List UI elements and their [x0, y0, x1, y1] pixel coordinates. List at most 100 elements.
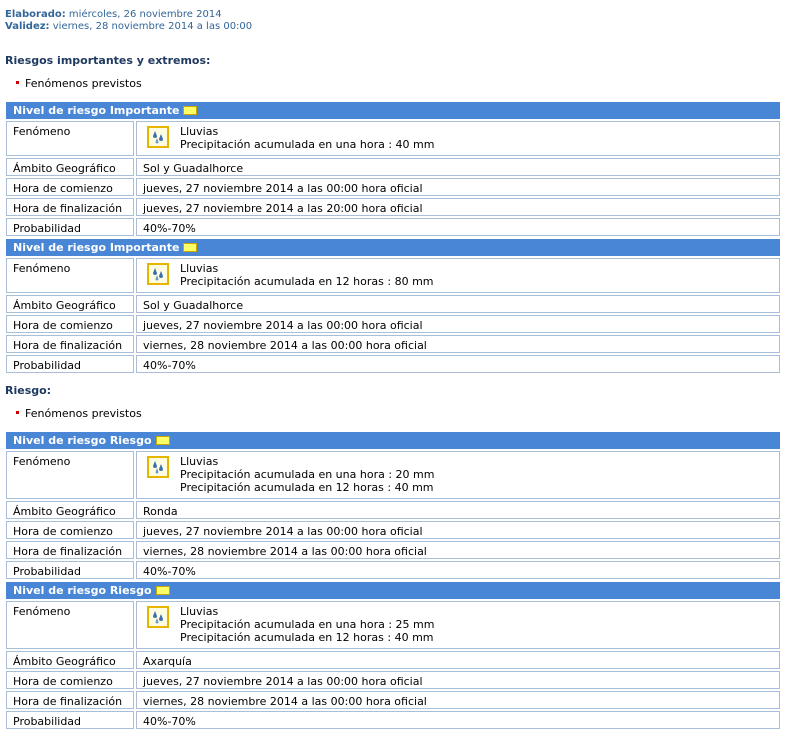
label-ambito: Ámbito Geográfico [6, 295, 134, 313]
label-finalizacion: Hora de finalización [6, 335, 134, 353]
row-comienzo: Hora de comienzo jueves, 27 noviembre 20… [6, 521, 780, 539]
row-ambito: Ámbito Geográfico Axarquía [6, 651, 780, 669]
label-fenomeno: Fenómeno [6, 121, 134, 156]
value-probabilidad: 40%-70% [136, 561, 780, 579]
label-comienzo: Hora de comienzo [6, 671, 134, 689]
phenomenon-name: Lluvias [180, 455, 219, 468]
value-probabilidad: 40%-70% [136, 218, 780, 236]
warning-header: Nivel de riesgo Importante [6, 239, 780, 256]
label-probabilidad: Probabilidad [6, 711, 134, 729]
label-ambito: Ámbito Geográfico [6, 501, 134, 519]
label-finalizacion: Hora de finalización [6, 198, 134, 216]
warning-block: Nivel de riesgo Riesgo Fenómeno Lluvias … [6, 432, 780, 579]
row-comienzo: Hora de comienzo jueves, 27 noviembre 20… [6, 315, 780, 333]
section-title-important: Riesgos importantes y extremos: [5, 54, 211, 67]
row-fenomeno: Fenómeno Lluvias Precipitación acumulada… [6, 451, 780, 499]
value-ambito: Sol y Guadalhorce [136, 158, 780, 176]
label-fenomeno: Fenómeno [6, 258, 134, 293]
value-probabilidad: 40%-70% [136, 355, 780, 373]
row-fenomeno: Fenómeno Lluvias Precipitación acumulada… [6, 121, 780, 156]
warning-block: Nivel de riesgo Importante Fenómeno Lluv… [6, 102, 780, 236]
warning-header: Nivel de riesgo Riesgo [6, 582, 780, 599]
phenomenon-detail: Precipitación acumulada en 12 horas : 40… [180, 631, 434, 644]
value-fenomeno: Lluvias Precipitación acumulada en una h… [136, 121, 780, 156]
row-finalizacion: Hora de finalización viernes, 28 noviemb… [6, 335, 780, 353]
phenomenon-detail: Precipitación acumulada en 12 horas : 40… [180, 481, 434, 494]
phenomenon-detail: Precipitación acumulada en una hora : 25… [180, 618, 435, 631]
validez-value: viernes, 28 noviembre 2014 a las 00:00 [49, 21, 253, 32]
row-probabilidad: Probabilidad 40%-70% [6, 711, 780, 729]
row-comienzo: Hora de comienzo jueves, 27 noviembre 20… [6, 178, 780, 196]
validez-label: Validez: [5, 21, 50, 32]
phenomenon-name: Lluvias [180, 262, 219, 275]
label-probabilidad: Probabilidad [6, 218, 134, 236]
bullet-fenomenos-previstos: Fenómenos previstos [16, 407, 142, 420]
row-finalizacion: Hora de finalización viernes, 28 noviemb… [6, 541, 780, 559]
warning-block: Nivel de riesgo Riesgo Fenómeno Lluvias … [6, 582, 780, 729]
warning-header: Nivel de riesgo Riesgo [6, 432, 780, 449]
rain-icon [147, 456, 169, 478]
label-probabilidad: Probabilidad [6, 561, 134, 579]
warning-level-label: Nivel de riesgo Importante [13, 104, 180, 117]
value-comienzo: jueves, 27 noviembre 2014 a las 00:00 ho… [136, 521, 780, 539]
label-finalizacion: Hora de finalización [6, 691, 134, 709]
rain-icon [147, 263, 169, 285]
warning-header: Nivel de riesgo Importante [6, 102, 780, 119]
value-ambito: Sol y Guadalhorce [136, 295, 780, 313]
row-ambito: Ámbito Geográfico Sol y Guadalhorce [6, 158, 780, 176]
value-probabilidad: 40%-70% [136, 711, 780, 729]
value-finalizacion: jueves, 27 noviembre 2014 a las 20:00 ho… [136, 198, 780, 216]
label-probabilidad: Probabilidad [6, 355, 134, 373]
warning-level-label: Nivel de riesgo Riesgo [13, 584, 152, 597]
label-finalizacion: Hora de finalización [6, 541, 134, 559]
warning-level-label: Nivel de riesgo Importante [13, 241, 180, 254]
section-title-riesgo: Riesgo: [5, 384, 52, 397]
phenomenon-name: Lluvias [180, 605, 219, 618]
row-finalizacion: Hora de finalización viernes, 28 noviemb… [6, 691, 780, 709]
label-comienzo: Hora de comienzo [6, 315, 134, 333]
level-color-swatch [183, 105, 198, 115]
label-fenomeno: Fenómeno [6, 601, 134, 649]
phenomenon-name: Lluvias [180, 125, 219, 138]
row-ambito: Ámbito Geográfico Sol y Guadalhorce [6, 295, 780, 313]
value-finalizacion: viernes, 28 noviembre 2014 a las 00:00 h… [136, 335, 780, 353]
label-fenomeno: Fenómeno [6, 451, 134, 499]
row-fenomeno: Fenómeno Lluvias Precipitación acumulada… [6, 258, 780, 293]
phenomenon-detail: Precipitación acumulada en una hora : 20… [180, 468, 435, 481]
elaborado-line: Elaborado: miércoles, 26 noviembre 2014 [5, 9, 222, 21]
elaborado-value: miércoles, 26 noviembre 2014 [65, 9, 222, 20]
label-comienzo: Hora de comienzo [6, 521, 134, 539]
label-ambito: Ámbito Geográfico [6, 651, 134, 669]
level-color-swatch [155, 435, 170, 445]
value-ambito: Ronda [136, 501, 780, 519]
level-color-swatch [155, 585, 170, 595]
validez-line: Validez: viernes, 28 noviembre 2014 a la… [5, 21, 252, 33]
row-probabilidad: Probabilidad 40%-70% [6, 218, 780, 236]
level-color-swatch [183, 242, 198, 252]
phenomenon-detail: Precipitación acumulada en 12 horas : 80… [180, 275, 434, 288]
warning-block: Nivel de riesgo Importante Fenómeno Lluv… [6, 239, 780, 373]
value-fenomeno: Lluvias Precipitación acumulada en una h… [136, 601, 780, 649]
row-fenomeno: Fenómeno Lluvias Precipitación acumulada… [6, 601, 780, 649]
value-finalizacion: viernes, 28 noviembre 2014 a las 00:00 h… [136, 541, 780, 559]
row-ambito: Ámbito Geográfico Ronda [6, 501, 780, 519]
value-finalizacion: viernes, 28 noviembre 2014 a las 00:00 h… [136, 691, 780, 709]
value-comienzo: jueves, 27 noviembre 2014 a las 00:00 ho… [136, 671, 780, 689]
label-ambito: Ámbito Geográfico [6, 158, 134, 176]
rain-icon [147, 126, 169, 148]
value-ambito: Axarquía [136, 651, 780, 669]
label-comienzo: Hora de comienzo [6, 178, 134, 196]
value-comienzo: jueves, 27 noviembre 2014 a las 00:00 ho… [136, 178, 780, 196]
bullet-fenomenos-previstos: Fenómenos previstos [16, 77, 142, 90]
row-probabilidad: Probabilidad 40%-70% [6, 355, 780, 373]
row-finalizacion: Hora de finalización jueves, 27 noviembr… [6, 198, 780, 216]
elaborado-label: Elaborado: [5, 9, 66, 20]
value-comienzo: jueves, 27 noviembre 2014 a las 00:00 ho… [136, 315, 780, 333]
warning-level-label: Nivel de riesgo Riesgo [13, 434, 152, 447]
value-fenomeno: Lluvias Precipitación acumulada en una h… [136, 451, 780, 499]
row-probabilidad: Probabilidad 40%-70% [6, 561, 780, 579]
rain-icon [147, 606, 169, 628]
phenomenon-detail: Precipitación acumulada en una hora : 40… [180, 138, 435, 151]
row-comienzo: Hora de comienzo jueves, 27 noviembre 20… [6, 671, 780, 689]
value-fenomeno: Lluvias Precipitación acumulada en 12 ho… [136, 258, 780, 293]
